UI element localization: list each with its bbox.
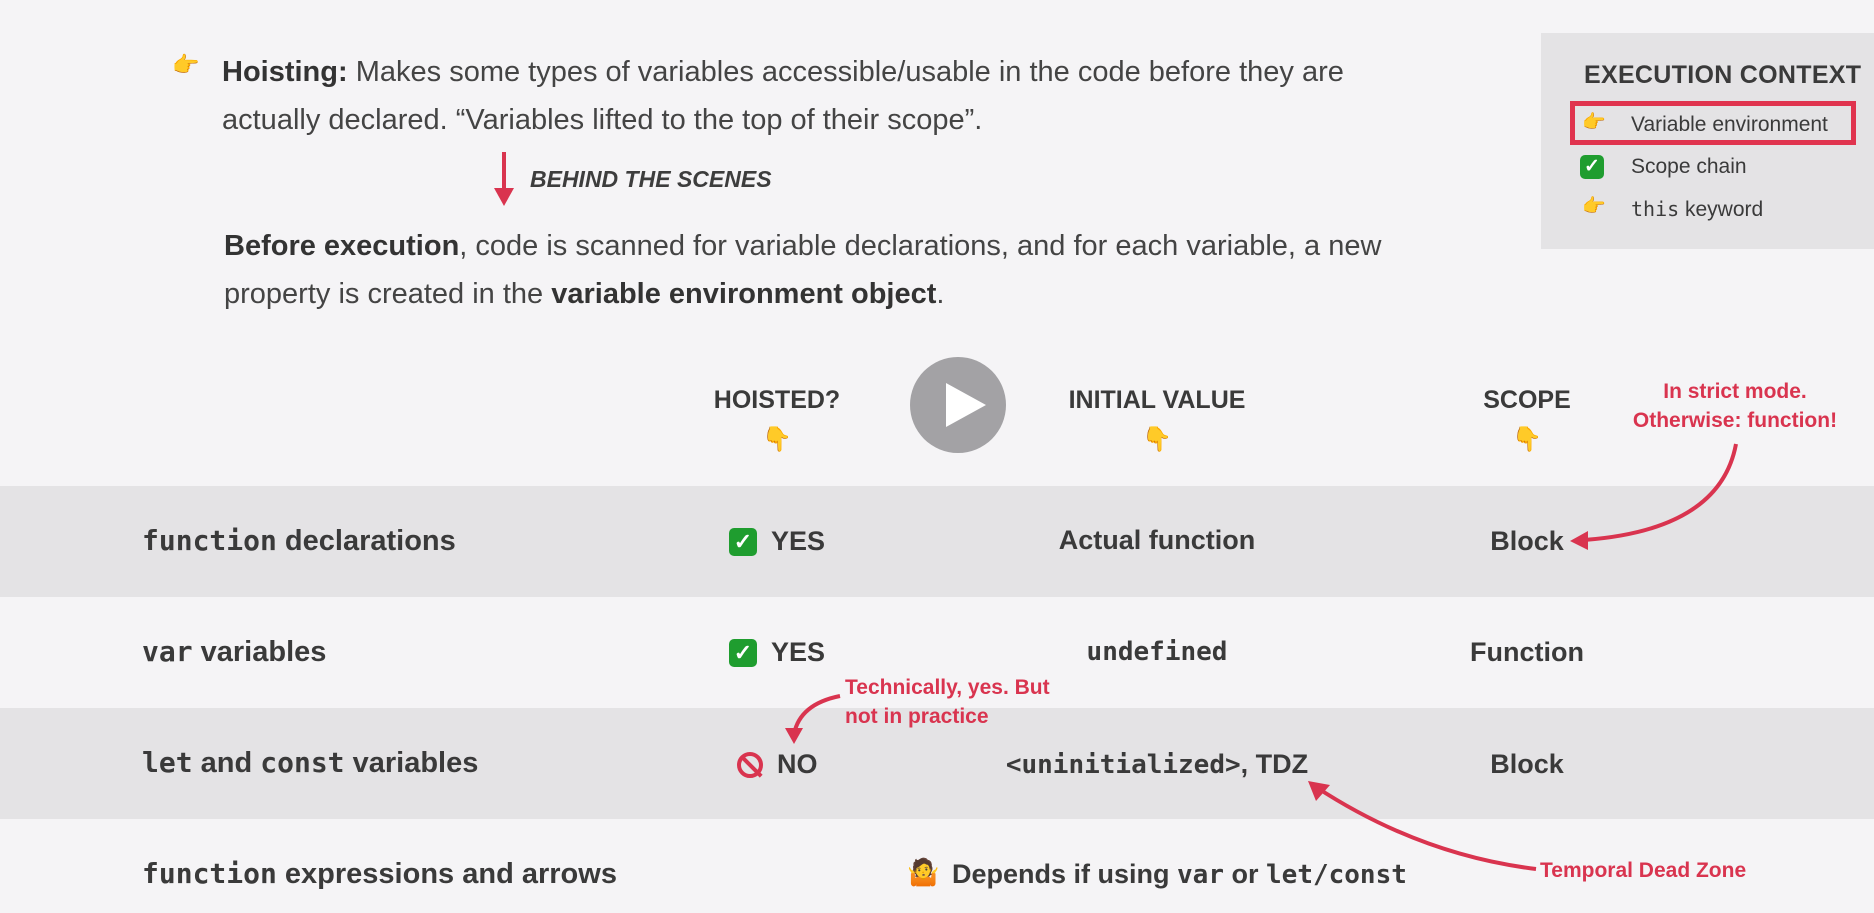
before-bold-end: variable environment object — [551, 278, 937, 310]
strict-mode-note: In strict mode. Otherwise: function! — [1620, 377, 1850, 435]
arrow-down-icon — [494, 152, 514, 211]
row-label-function-expressions: function expressions and arrows — [142, 857, 617, 891]
row-code: function — [142, 857, 277, 890]
before-bold-start: Before execution — [224, 230, 460, 262]
column-header-initial-value: INITIAL VALUE — [1068, 386, 1246, 414]
var-code: var — [1177, 860, 1224, 890]
row-code: var — [142, 635, 193, 668]
hoisting-text: Makes some types of variables accessible… — [222, 56, 1344, 136]
before-end: . — [936, 278, 945, 310]
hoisted-value: NO — [777, 749, 818, 779]
hoisting-term: Hoisting: — [222, 56, 348, 88]
ec-item-this-keyword: this keyword — [1631, 197, 1763, 222]
tdz-text: , TDZ — [1240, 749, 1309, 779]
check-mark-icon: ✓ — [729, 639, 757, 667]
shrug-icon: 🤷 — [907, 857, 940, 887]
initial-value: Actual function — [1058, 525, 1256, 555]
play-button[interactable] — [910, 357, 1006, 453]
column-header-hoisted: HOISTED? — [713, 386, 841, 414]
pointing-down-icon: 👇 — [1142, 426, 1172, 453]
prohibited-icon — [737, 752, 763, 778]
column-header-scope: SCOPE — [1483, 386, 1571, 414]
check-mark-icon: ✓ — [1580, 155, 1604, 179]
depends-prefix: Depends if using — [952, 859, 1178, 889]
row-code: function — [142, 524, 277, 557]
strict-mode-line-1: In strict mode. — [1663, 380, 1807, 403]
row-text: variables — [344, 747, 479, 779]
check-mark-icon: ✓ — [729, 528, 757, 556]
curved-arrow-icon — [1308, 781, 1537, 871]
strict-mode-line-2: Otherwise: function! — [1632, 409, 1838, 432]
hoisting-definition: Hoisting: Makes some types of variables … — [222, 48, 1402, 144]
hoisted-value: YES — [771, 637, 826, 667]
initial-value: undefined — [1086, 637, 1228, 667]
pointing-down-icon: 👇 — [1512, 426, 1542, 453]
technically-line-2: not in practice — [845, 705, 989, 728]
ec-item-variable-environment: Variable environment — [1631, 113, 1828, 136]
uninitialized-code: <uninitialized> — [1005, 750, 1241, 780]
row-label-function-declarations: function declarations — [142, 524, 456, 558]
execution-context-title: EXECUTION CONTEXT — [1584, 61, 1862, 89]
row-label-let-const-variables: let and const variables — [142, 746, 478, 780]
before-execution-text: Before execution, code is scanned for va… — [224, 222, 1464, 318]
behind-the-scenes-label: BEHIND THE SCENES — [530, 166, 772, 192]
scope-value: Function — [1470, 637, 1584, 667]
row-text: variables — [192, 636, 327, 668]
ec-item-scope-chain: Scope chain — [1631, 155, 1747, 178]
this-code: this — [1631, 197, 1680, 221]
curved-arrow-icon — [785, 694, 841, 744]
row-text: and — [192, 747, 261, 779]
or-text: or — [1224, 859, 1267, 889]
pointing-right-icon: 👉 — [172, 52, 200, 77]
curved-arrow-icon — [1570, 443, 1738, 550]
pointing-down-icon: 👇 — [762, 426, 792, 453]
row-code: const — [260, 746, 345, 779]
row-text: expressions and arrows — [276, 858, 617, 890]
temporal-dead-zone-note: Temporal Dead Zone — [1540, 859, 1747, 882]
row-code: let — [142, 746, 193, 779]
pointing-right-icon: 👉 — [1582, 196, 1606, 217]
hoisted-value: YES — [771, 526, 826, 556]
keyword-text: keyword — [1679, 198, 1764, 221]
row-label-var-variables: var variables — [142, 635, 326, 669]
technically-line-1: Technically, yes. But — [845, 676, 1050, 699]
row-text: declarations — [276, 525, 456, 557]
technically-note: Technically, yes. But not in practice — [845, 673, 1050, 731]
pointing-right-icon: 👉 — [1582, 112, 1606, 133]
